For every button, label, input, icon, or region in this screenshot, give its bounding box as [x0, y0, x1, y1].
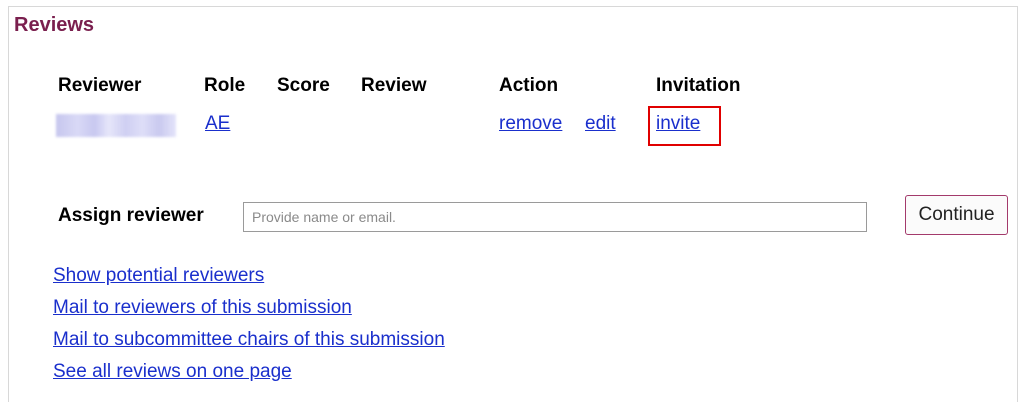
- mail-subcommittee-chairs-link[interactable]: Mail to subcommittee chairs of this subm…: [53, 329, 445, 350]
- list-item: Mail to reviewers of this submission: [53, 296, 445, 328]
- remove-link[interactable]: remove: [499, 113, 562, 135]
- role-link[interactable]: AE: [205, 113, 230, 135]
- see-all-reviews-link[interactable]: See all reviews on one page: [53, 361, 292, 382]
- show-potential-reviewers-link[interactable]: Show potential reviewers: [53, 265, 264, 286]
- header-action: Action: [499, 75, 559, 96]
- header-role: Role: [204, 75, 246, 96]
- assign-reviewer-input[interactable]: [243, 202, 867, 232]
- header-score: Score: [277, 75, 330, 96]
- section-title: Reviews: [14, 14, 95, 36]
- list-item: Mail to subcommittee chairs of this subm…: [53, 328, 445, 360]
- links-list: Show potential reviewers Mail to reviewe…: [53, 264, 445, 392]
- edit-link[interactable]: edit: [585, 113, 616, 135]
- list-item: Show potential reviewers: [53, 264, 445, 296]
- mail-reviewers-link[interactable]: Mail to reviewers of this submission: [53, 297, 352, 318]
- continue-button[interactable]: Continue: [905, 195, 1008, 235]
- invite-highlight-box: [648, 106, 721, 146]
- header-invitation: Invitation: [656, 75, 741, 96]
- header-review: Review: [361, 75, 427, 96]
- assign-reviewer-label: Assign reviewer: [58, 205, 204, 226]
- list-item: See all reviews on one page: [53, 360, 445, 392]
- header-reviewer: Reviewer: [58, 75, 142, 96]
- reviewer-name-redacted: [56, 114, 176, 137]
